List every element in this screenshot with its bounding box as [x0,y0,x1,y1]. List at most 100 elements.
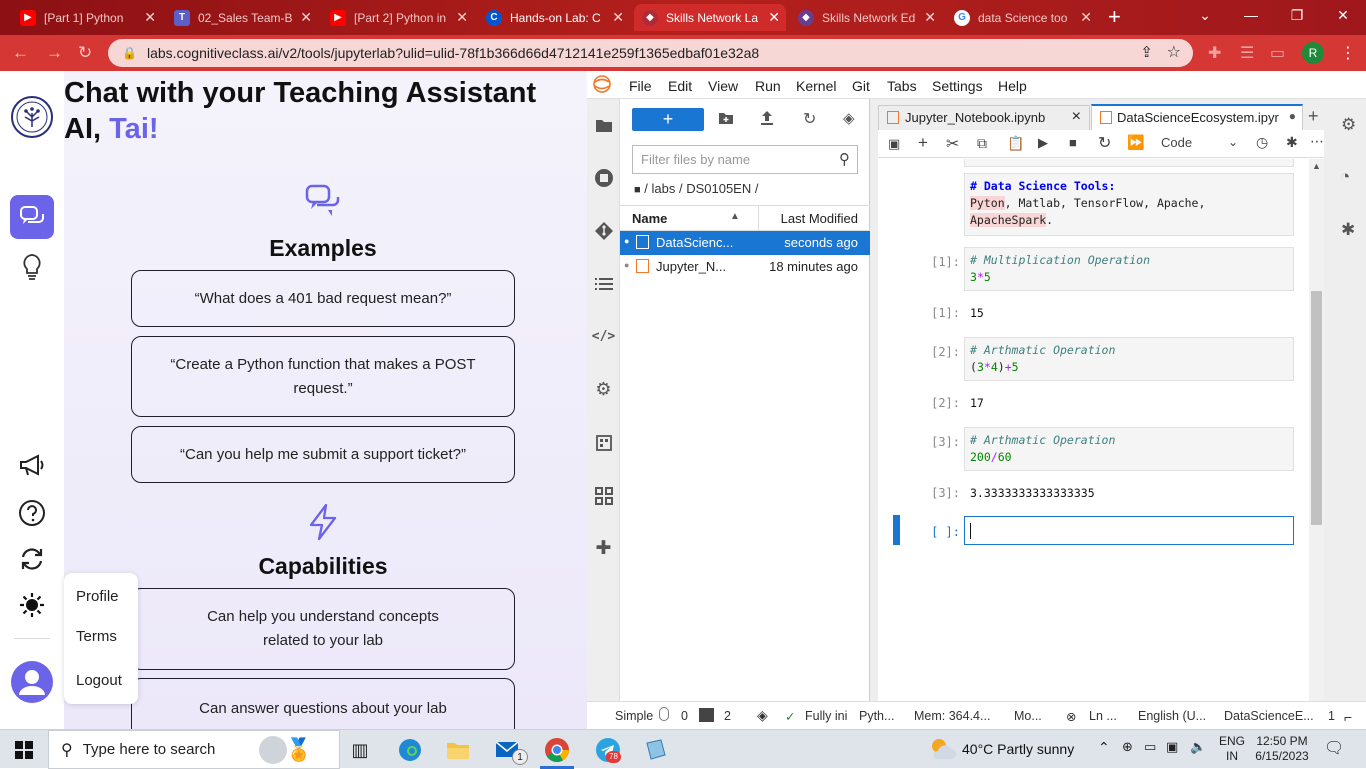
megaphone-icon[interactable] [10,443,54,487]
git-status-text[interactable]: Fully ini [805,709,847,723]
menu-profile[interactable]: Profile [76,588,119,605]
toc-icon[interactable] [593,273,614,294]
browser-tab-5-active[interactable]: ◆ Skills Network La ✕ [634,4,786,31]
restart-icon[interactable]: ↻ [1098,133,1111,153]
taskbar-search-box[interactable]: ⚲ Type here to search 🏅 [48,730,340,769]
new-tab-button[interactable]: + [1108,4,1121,30]
extension-manager-icon[interactable]: ✚ [593,538,614,559]
save-icon[interactable]: ▣ [888,136,900,152]
window-close-icon[interactable]: ✕ [1320,0,1366,30]
commands-icon[interactable] [593,432,614,453]
insert-cell-icon[interactable]: + [918,133,928,153]
task-view-icon[interactable]: ▥ [346,736,374,764]
browser-tab-6[interactable]: ◆ Skills Network Ed ✕ [790,4,942,31]
kernel-name[interactable]: Pyth... [859,709,894,723]
minimize-icon[interactable]: — [1228,0,1274,30]
language-indicator[interactable]: ENG IN [1219,734,1245,764]
windows-start-icon[interactable] [10,736,38,764]
help-icon[interactable] [10,491,54,535]
paste-icon[interactable]: 📋 [1007,135,1024,152]
more-icon[interactable]: ⋯ [1310,133,1324,150]
extensions-icon[interactable]: ✚ [1208,43,1221,63]
menu-edit[interactable]: Edit [668,78,692,94]
menu-help[interactable]: Help [998,78,1027,94]
upload-icon[interactable] [760,110,774,129]
doc-tab-jupyter-notebook[interactable]: Jupyter_Notebook.ipynb × [878,105,1090,130]
close-icon[interactable]: ✕ [300,9,312,26]
close-icon[interactable]: ✕ [612,9,624,26]
close-icon[interactable]: ✕ [456,9,468,26]
profile-avatar[interactable]: R [1302,42,1324,64]
menu-logout[interactable]: Logout [76,672,122,689]
menu-settings[interactable]: Settings [932,78,983,94]
back-icon[interactable]: ← [12,43,29,63]
cell-type-select[interactable]: Code [1161,135,1192,150]
settings-gear-icon[interactable]: ⚙ [1341,115,1356,135]
code-cell-3[interactable]: # Arthmatic Operation 200/60 [964,427,1294,471]
url-field[interactable]: 🔒 labs.cognitiveclass.ai/v2/tools/jupyte… [108,39,1193,67]
reload-icon[interactable]: ↻ [78,43,92,63]
forward-icon[interactable]: → [46,43,63,63]
mode-indicator[interactable]: Mo... [1014,709,1042,723]
column-last-modified[interactable]: Last Modified [781,211,858,226]
network-icon[interactable]: ▣ [1166,739,1178,755]
tabs-manager-icon[interactable] [593,485,614,506]
column-name[interactable]: Name [632,211,667,226]
example-button-1[interactable]: “What does a 401 bad request mean?” [131,270,515,327]
toggle-icon[interactable] [659,707,669,721]
notes-app-icon[interactable] [642,736,670,764]
empty-code-cell[interactable] [964,516,1294,545]
notification-count[interactable]: 1 [1328,709,1335,723]
clock-icon[interactable]: ◷ [1256,134,1268,151]
close-icon[interactable]: ✕ [768,9,780,26]
theme-sun-icon[interactable] [10,583,54,627]
menu-kernel[interactable]: Kernel [796,78,836,94]
menu-tabs[interactable]: Tabs [887,78,917,94]
property-inspector-icon[interactable]: ⚙ [593,379,614,400]
user-avatar-icon[interactable] [10,660,54,704]
close-icon[interactable]: ✕ [924,9,936,26]
kernel-debug-icon[interactable]: ✱ [1286,134,1298,151]
example-button-2[interactable]: “Create a Python function that makes a P… [131,336,515,417]
add-tab-icon[interactable]: + [1308,106,1319,127]
menu-terms[interactable]: Terms [76,628,117,645]
volume-icon[interactable]: 🔈 [1190,739,1206,755]
battery-icon[interactable]: ▭ [1144,739,1156,755]
notebook-scrollbar[interactable]: ▲ ▼ [1309,159,1324,727]
tray-chevron-icon[interactable]: ⌃ [1098,739,1110,756]
close-icon[interactable]: ✕ [1080,9,1092,26]
menu-run[interactable]: Run [755,78,781,94]
restore-icon[interactable]: ❐ [1274,0,1320,30]
unsaved-dot-icon[interactable]: ● [1289,109,1296,123]
clock[interactable]: 12:50 PM 6/15/2023 [1252,734,1312,764]
copy-icon[interactable]: ⧉ [977,135,987,152]
sidepanel-icon[interactable]: ▭ [1270,43,1285,63]
menu-view[interactable]: View [708,78,738,94]
file-row-selected[interactable]: ● DataScienc... seconds ago [620,231,870,255]
debugger-icon[interactable]: ✱ [1341,220,1355,240]
mail-icon[interactable]: 1 [494,736,528,765]
folder-icon[interactable] [593,115,614,136]
example-button-3[interactable]: “Can you help me submit a support ticket… [131,426,515,483]
cut-icon[interactable]: ✂ [946,134,959,154]
menu-git[interactable]: Git [852,78,870,94]
file-row[interactable]: ● Jupyter_N... 18 minutes ago [620,255,870,279]
browser-tab-3[interactable]: ▶ [Part 2] Python in ✕ [322,4,474,31]
line-col[interactable]: Ln ... [1089,709,1117,723]
notification-bell-icon[interactable]: ⌐ [1344,709,1352,725]
menu-file[interactable]: File [629,78,652,94]
filter-files-input[interactable]: Filter files by name ⚲ [632,145,858,174]
spell-language[interactable]: English (U... [1138,709,1206,723]
chevron-down-icon[interactable]: ⌄ [1228,135,1238,149]
new-launcher-button[interactable]: + [632,108,704,131]
close-icon[interactable]: × [1072,108,1081,126]
breadcrumb[interactable]: ■ / labs / DS0105EN / [634,181,758,196]
new-folder-icon[interactable] [718,111,734,128]
lightbulb-icon[interactable] [10,245,54,289]
browser-tab-1[interactable]: ▶ [Part 1] Python ✕ [12,4,162,31]
gauge-icon[interactable]: ◔ [1340,167,1350,187]
markdown-cell[interactable]: # Data Science Tools: Pyton, Matlab, Ten… [964,173,1294,236]
star-icon[interactable]: ☆ [1167,42,1181,62]
telegram-icon[interactable]: 78 [594,736,622,764]
chrome-icon[interactable] [543,736,571,764]
